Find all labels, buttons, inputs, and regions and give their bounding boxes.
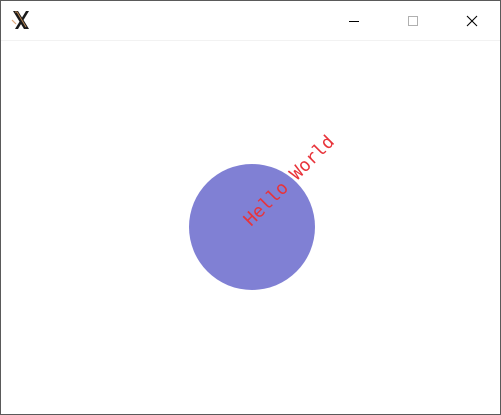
minimize-icon (349, 20, 359, 22)
app-window: Hello World (0, 0, 501, 415)
x-logo-icon (11, 11, 29, 29)
close-button[interactable] (449, 1, 495, 40)
minimize-button[interactable] (331, 1, 377, 40)
title-bar[interactable] (1, 1, 500, 41)
canvas-svg: Hello World (189, 131, 339, 290)
close-icon (466, 15, 478, 26)
drawing-canvas[interactable]: Hello World (1, 41, 500, 414)
maximize-button[interactable] (390, 1, 436, 40)
maximize-icon (408, 15, 418, 26)
